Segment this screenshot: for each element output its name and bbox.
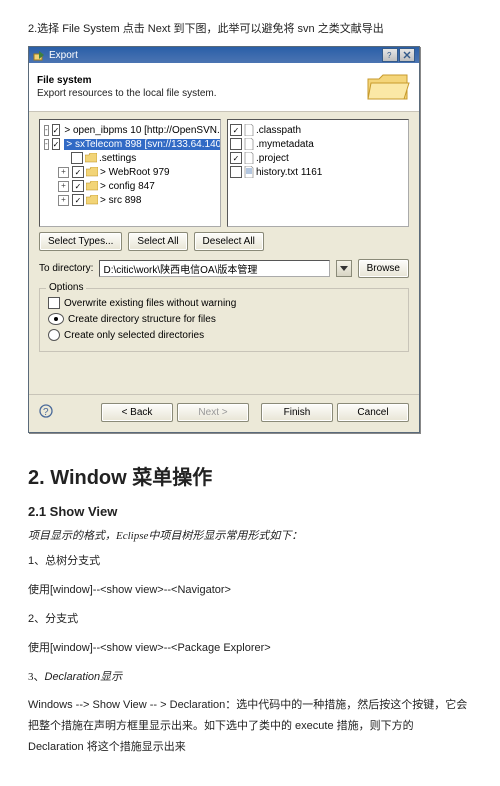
header-title: File system	[37, 75, 365, 86]
file-label: history.txt 1161	[256, 167, 322, 178]
expand-icon[interactable]: +	[58, 195, 69, 206]
titlebar: Export ?	[29, 47, 419, 63]
create-sel-label: Create only selected directories	[64, 330, 204, 341]
select-all-button[interactable]: Select All	[128, 232, 187, 251]
browse-button[interactable]: Browse	[358, 259, 409, 278]
resource-tree[interactable]: -✓> open_ibpms 10 [http://OpenSVN.csie.-…	[39, 119, 221, 227]
tree-item[interactable]: -✓> sxTelecom 898 [svn://133.64.140.62	[42, 137, 218, 151]
export-dialog: Export ? File system Export resources to…	[28, 46, 420, 433]
folder-icon	[365, 69, 411, 105]
file-list[interactable]: ✓ .classpath .mymetadata ✓ .project history.t…	[227, 119, 409, 227]
tree-item[interactable]: +✓ > src 898	[42, 193, 218, 207]
create-sel-radio[interactable]	[48, 329, 60, 341]
to-directory-input[interactable]	[99, 260, 329, 277]
tree-label: > config 847	[100, 181, 155, 192]
file-item[interactable]: history.txt 1161	[230, 165, 406, 179]
para-3: 2、分支式	[28, 609, 472, 630]
close-button[interactable]	[399, 48, 415, 62]
file-item[interactable]: ✓ .classpath	[230, 123, 406, 137]
tree-label: > WebRoot 979	[100, 167, 170, 178]
overwrite-label: Overwrite existing files without warning	[64, 298, 236, 309]
cancel-button[interactable]: Cancel	[337, 403, 409, 422]
expand-icon[interactable]: -	[44, 139, 49, 150]
select-types-button[interactable]: Select Types...	[39, 232, 122, 251]
file-checkbox[interactable]: ✓	[230, 152, 242, 164]
para-2: 使用[window]--<show view>--<Navigator>	[28, 580, 472, 601]
intro-italic: 项目显示的格式，Eclipse中项目树形显示常用形式如下：	[28, 527, 472, 543]
para-4: 使用[window]--<show view>--<Package Explor…	[28, 638, 472, 659]
tree-label: > src 898	[100, 195, 141, 206]
export-icon	[33, 49, 45, 61]
tree-item[interactable]: -✓> open_ibpms 10 [http://OpenSVN.csie.	[42, 123, 218, 137]
svg-text:?: ?	[387, 51, 392, 59]
dialog-header: File system Export resources to the loca…	[29, 63, 419, 112]
para-5: 3、Declaration显示	[28, 667, 472, 688]
tree-checkbox[interactable]: ✓	[52, 124, 61, 136]
to-directory-label: To directory:	[39, 263, 93, 274]
svg-text:?: ?	[43, 407, 49, 418]
help-icon[interactable]: ?	[39, 404, 53, 421]
expand-icon[interactable]: +	[58, 181, 69, 192]
para-1: 1、总树分支式	[28, 551, 472, 572]
file-item[interactable]: ✓ .project	[230, 151, 406, 165]
tree-label: .settings	[99, 153, 136, 164]
file-checkbox[interactable]: ✓	[230, 124, 242, 136]
para-6: Windows --> Show View -- > Declaration：选…	[28, 695, 472, 758]
help-button[interactable]: ?	[382, 48, 398, 62]
tree-item[interactable]: .settings	[42, 151, 218, 165]
tree-label: > open_ibpms 10 [http://OpenSVN.csie.	[64, 125, 221, 136]
options-group: Options Overwrite existing files without…	[39, 288, 409, 352]
expand-icon[interactable]: +	[58, 167, 69, 178]
file-checkbox[interactable]	[230, 166, 242, 178]
create-dir-label: Create directory structure for files	[68, 314, 216, 325]
expand-icon[interactable]: -	[44, 125, 49, 136]
instruction-text: 2.选择 File System 点击 Next 到下图，此举可以避免将 svn…	[28, 20, 472, 36]
file-label: .classpath	[256, 125, 301, 136]
window-title: Export	[49, 50, 378, 61]
file-checkbox[interactable]	[230, 138, 242, 150]
finish-button[interactable]: Finish	[261, 403, 333, 422]
file-item[interactable]: .mymetadata	[230, 137, 406, 151]
tree-item[interactable]: +✓ > config 847	[42, 179, 218, 193]
overwrite-checkbox[interactable]	[48, 297, 60, 309]
tree-label: > sxTelecom 898 [svn://133.64.140.62	[64, 139, 221, 150]
header-desc: Export resources to the local file syste…	[37, 88, 365, 99]
back-button[interactable]: < Back	[101, 403, 173, 422]
file-label: .mymetadata	[256, 139, 314, 150]
subsection-heading: 2.1 Show View	[28, 504, 472, 519]
deselect-all-button[interactable]: Deselect All	[194, 232, 264, 251]
tree-item[interactable]: +✓ > WebRoot 979	[42, 165, 218, 179]
create-dir-radio[interactable]	[48, 313, 64, 325]
tree-checkbox[interactable]: ✓	[72, 166, 84, 178]
file-label: .project	[256, 153, 289, 164]
tree-checkbox[interactable]: ✓	[72, 180, 84, 192]
next-button[interactable]: Next >	[177, 403, 249, 422]
section-heading: 2. Window 菜单操作	[28, 461, 472, 490]
tree-checkbox[interactable]	[71, 152, 83, 164]
options-title: Options	[46, 282, 86, 293]
directory-dropdown[interactable]	[336, 260, 352, 277]
tree-checkbox[interactable]: ✓	[72, 194, 84, 206]
dialog-footer: ? < Back Next > Finish Cancel	[29, 394, 419, 432]
tree-checkbox[interactable]: ✓	[52, 138, 61, 150]
